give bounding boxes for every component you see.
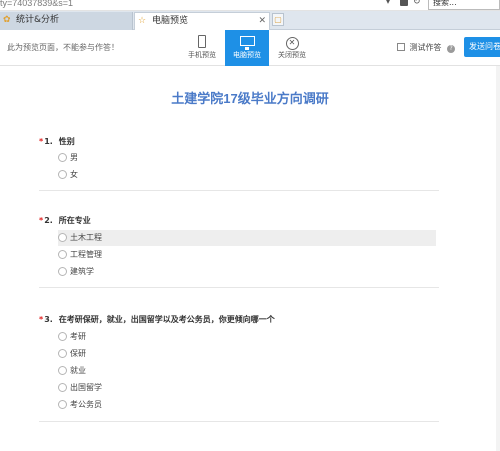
address-text[interactable]: ty=74037839&s=1 [0,0,73,8]
tab-bar: ✿ 统计&分析 ☆ 电脑预览 ✕ ▢ [0,11,500,30]
option-female[interactable]: 女 [58,167,78,183]
help-icon[interactable]: ? [447,45,456,53]
tab-statistics[interactable]: ✿ 统计&分析 [0,12,133,30]
close-icon[interactable]: ✕ [258,13,266,30]
option-architecture[interactable]: 建筑学 [58,264,94,280]
option-label: 就业 [70,366,86,375]
question-text: 所在专业 [58,216,91,225]
option-engineering-management[interactable]: 工程管理 [58,247,102,263]
survey-title: 土建学院17级毕业方向调研 [171,91,329,106]
option-civil-service[interactable]: 考公务员 [58,397,102,413]
monitor-icon [225,30,269,50]
radio-button[interactable] [58,349,67,358]
send-survey-button[interactable]: 发送问卷 [464,37,500,57]
dropdown-icon[interactable]: ▾ [386,0,390,6]
required-marker: * [39,315,44,324]
option-label: 保研 [70,349,86,358]
question-number: 2. [44,216,53,225]
preview-toolbar: 此为预览页面，不能参与作答！ 手机预览 电脑预览 ✕ 关闭预览 测试作答 ? 发… [0,30,500,66]
close-preview-label: 关闭预览 [278,51,306,59]
pc-preview-button[interactable]: 电脑预览 [225,30,269,66]
option-label: 建筑学 [70,267,94,276]
search-input[interactable]: 搜索... [428,0,500,10]
option-employment[interactable]: 就业 [58,363,86,379]
test-answer-toggle[interactable]: 测试作答 ? [397,42,456,53]
page-icon[interactable] [400,0,408,6]
radio-button[interactable] [58,267,67,276]
question-3-title: *3. 在考研保研，就业，出国留学以及考公务员，你更倾向哪一个 [39,314,275,325]
question-number: 3. [44,315,53,324]
radio-button[interactable] [58,332,67,341]
radio-button[interactable] [58,233,67,242]
option-label: 女 [70,170,78,179]
scrollbar[interactable] [496,66,500,451]
mobile-preview-button[interactable]: 手机预览 [180,30,224,66]
option-label: 考公务员 [70,400,102,409]
question-divider [39,190,439,191]
tab-label: 统计&分析 [16,15,60,25]
tab-pc-preview[interactable]: ☆ 电脑预览 ✕ [134,12,270,30]
radio-button[interactable] [58,366,67,375]
question-text: 在考研保研，就业，出国留学以及考公务员，你更倾向哪一个 [58,315,275,324]
option-male[interactable]: 男 [58,150,78,166]
question-divider [39,421,439,422]
question-1-title: *1. 性别 [39,136,75,147]
tab-label: 电脑预览 [152,16,189,26]
address-bar[interactable]: ty=74037839&s=1 ▾ ↻ 搜索... [0,0,500,11]
option-study-abroad[interactable]: 出国留学 [58,380,102,396]
radio-button[interactable] [58,250,67,259]
option-label: 男 [70,153,78,162]
required-marker: * [39,216,44,225]
radio-button[interactable] [58,400,67,409]
question-2-title: *2. 所在专业 [39,215,91,226]
question-text: 性别 [58,137,75,146]
mobile-preview-label: 手机预览 [188,51,216,59]
test-answer-checkbox[interactable] [397,43,405,51]
radio-button[interactable] [58,170,67,179]
close-circle-icon: ✕ [270,30,314,50]
option-label: 土木工程 [70,233,102,242]
option-recommended-admission[interactable]: 保研 [58,346,86,362]
test-answer-label: 测试作答 [409,43,442,52]
required-marker: * [39,137,44,146]
pc-preview-label: 电脑预览 [233,51,261,59]
star-icon: ☆ [138,16,147,26]
question-number: 1. [44,137,53,146]
phone-icon [180,30,224,50]
question-divider [39,287,439,288]
refresh-icon[interactable]: ↻ [413,0,421,7]
option-civil-engineering[interactable]: 土木工程 [58,230,436,246]
option-label: 考研 [70,332,86,341]
tab-favicon-icon: ✿ [3,15,11,25]
close-preview-button[interactable]: ✕ 关闭预览 [270,30,314,66]
option-label: 出国留学 [70,383,102,392]
radio-button[interactable] [58,383,67,392]
preview-notice: 此为预览页面，不能参与作答！ [7,43,119,52]
radio-button[interactable] [58,153,67,162]
new-tab-icon[interactable]: ▢ [272,13,284,26]
option-label: 工程管理 [70,250,102,259]
option-grad-exam[interactable]: 考研 [58,329,86,345]
